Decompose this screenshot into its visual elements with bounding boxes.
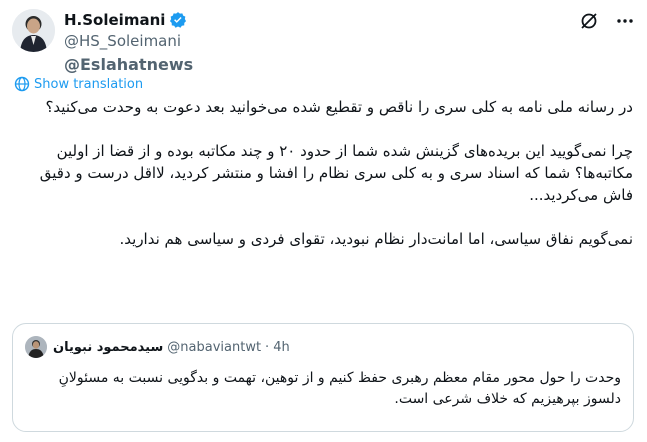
quote-display-name: سیدمحمود نبویان [53,339,164,355]
avatar[interactable] [12,9,55,52]
tweet-paragraph: چرا نمی‌گویید این بریده‌های گزینش شده شم… [39,142,633,204]
quote-text: وحدت را حول محور مقام معظم رهبری حفظ کنی… [58,370,621,407]
quote-timestamp: 4h [273,339,290,355]
watermark: @Eslahatnews [64,55,194,74]
tweet-header: H.Soleimani @HS_Soleimani [12,7,635,57]
grok-icon[interactable] [579,11,599,31]
translate-icon [14,76,30,92]
show-translation-label: Show translation [34,76,144,92]
verified-badge-icon [169,11,187,29]
tweet-text: در رسانه ملی نامه به کلی سری را ناقص و ت… [14,96,633,250]
quoted-tweet[interactable]: سیدمحمود نبویان @nabaviantwt · 4h وحدت ر… [12,323,634,432]
display-name[interactable]: H.Soleimani [64,11,165,29]
tweet-paragraph: در رسانه ملی نامه به کلی سری را ناقص و ت… [45,98,633,116]
author-handle[interactable]: @HS_Soleimani [64,31,187,51]
show-translation-link[interactable]: Show translation [14,76,143,92]
quote-avatar [25,336,47,358]
more-icon[interactable] [615,11,635,31]
tweet-paragraph: نمی‌گویم نفاق سیاسی، اما امانت‌دار نظام … [119,230,634,248]
quote-handle: @nabaviantwt [167,339,262,355]
separator-dot: · [265,339,270,355]
